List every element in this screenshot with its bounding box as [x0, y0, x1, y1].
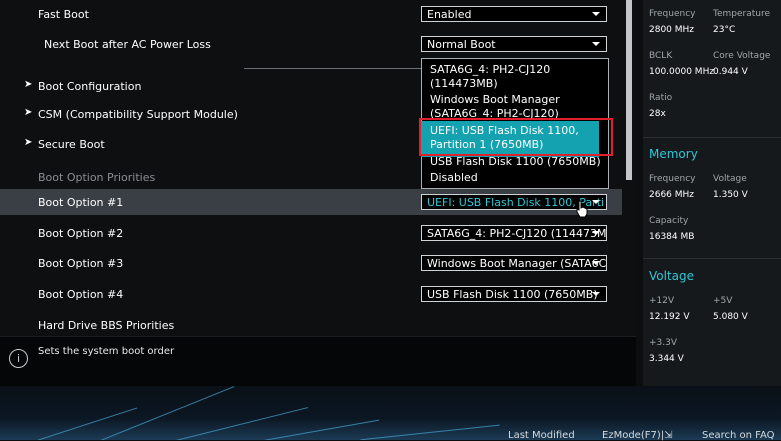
memory-capacity-label: Capacity [649, 216, 689, 226]
next-boot-value: Normal Boot [427, 38, 496, 51]
next-boot-select[interactable]: Normal Boot [421, 36, 607, 52]
memory-voltage-value: 1.350 V [713, 190, 748, 200]
dropdown-option[interactable]: Windows Boot Manager (SATA6G_4: PH2-CJ12… [430, 93, 608, 121]
csm-label: CSM (Compatibility Support Module) [38, 108, 238, 121]
fast-boot-select[interactable]: Enabled [421, 6, 607, 22]
chevron-down-icon [592, 200, 600, 204]
search-faq-button[interactable]: Search on FAQ [702, 430, 775, 441]
memory-frequency-label: Frequency [649, 174, 696, 184]
help-text: Sets the system boot order [38, 346, 175, 357]
hardware-monitor-sidebar: Frequency Temperature 2800 MHz 23°C BCLK… [643, 0, 781, 414]
boot-option-1-label: Boot Option #1 [38, 196, 124, 209]
boot-option-2-select[interactable]: SATA6G_4: PH2-CJ120 (114473M [421, 225, 607, 241]
fast-boot-value: Enabled [427, 8, 472, 21]
arrow-right-icon: ➤ [24, 79, 33, 90]
next-boot-label: Next Boot after AC Power Loss [44, 38, 211, 51]
cpu-frequency-label: Frequency [649, 9, 696, 19]
arrow-right-icon: ➤ [24, 107, 33, 118]
boot-settings-panel: Fast Boot Enabled Next Boot after AC Pow… [0, 0, 636, 440]
fast-boot-label: Fast Boot [38, 8, 89, 21]
boot-option-4-value: USB Flash Disk 1100 (7650MB) [427, 288, 598, 301]
boot-option-2-value: SATA6G_4: PH2-CJ120 (114473M [427, 227, 607, 240]
ratio-value: 28x [649, 109, 666, 119]
voltage-section-title: Voltage [649, 269, 695, 283]
arrow-right-icon: ➤ [24, 137, 33, 148]
hard-drive-bbs-item[interactable]: Hard Drive BBS Priorities [0, 312, 622, 330]
secure-boot-label: Secure Boot [38, 138, 105, 151]
bclk-label: BCLK [649, 51, 673, 61]
boot-option-3-label: Boot Option #3 [38, 257, 124, 270]
bclk-value: 100.0000 MHz [649, 67, 715, 77]
hard-drive-bbs-label: Hard Drive BBS Priorities [38, 319, 175, 330]
hand-cursor-icon [576, 200, 588, 218]
memory-capacity-value: 16384 MB [649, 232, 695, 242]
v12-value: 12.192 V [649, 312, 690, 322]
chevron-down-icon [592, 12, 600, 16]
cpu-temperature-value: 23°C [713, 25, 736, 35]
dropdown-option[interactable]: USB Flash Disk 1100 (7650MB) [430, 155, 608, 169]
cpu-frequency-value: 2800 MHz [649, 25, 695, 35]
v5-label: +5V [713, 296, 733, 306]
memory-voltage-label: Voltage [713, 174, 747, 184]
chevron-down-icon [592, 261, 600, 265]
memory-frequency-value: 2666 MHz [649, 190, 695, 200]
dropdown-option[interactable]: Disabled [430, 171, 608, 185]
info-icon: i [9, 349, 28, 368]
last-modified-button[interactable]: Last Modified [508, 430, 575, 441]
fast-boot-row[interactable]: Fast Boot Enabled [0, 1, 622, 27]
v33-value: 3.344 V [649, 354, 684, 364]
selection-highlight-box [419, 118, 613, 156]
dropdown-option[interactable]: SATA6G_4: PH2-CJ120 (114473MB) [430, 63, 608, 91]
v33-label: +3.3V [649, 338, 678, 348]
boot-option-3-select[interactable]: Windows Boot Manager (SATA6C [421, 255, 607, 271]
core-voltage-label: Core Voltage [713, 51, 771, 61]
sidebar-divider [643, 137, 781, 138]
scrollbar[interactable] [626, 0, 632, 180]
next-boot-row[interactable]: Next Boot after AC Power Loss Normal Boo… [0, 31, 622, 57]
v12-label: +12V [649, 296, 675, 306]
chevron-down-icon [592, 231, 600, 235]
chevron-down-icon [592, 42, 600, 46]
core-voltage-value: 0.944 V [713, 67, 748, 77]
v5-value: 5.080 V [713, 312, 748, 322]
ratio-label: Ratio [649, 93, 673, 103]
memory-section-title: Memory [649, 147, 698, 161]
boot-option-4-row[interactable]: Boot Option #4 USB Flash Disk 1100 (7650… [0, 281, 622, 307]
boot-configuration-label: Boot Configuration [38, 80, 142, 93]
boot-option-3-value: Windows Boot Manager (SATA6C [427, 257, 607, 270]
boot-option-3-row[interactable]: Boot Option #3 Windows Boot Manager (SAT… [0, 250, 622, 276]
boot-option-1-row[interactable]: Boot Option #1 UEFI: USB Flash Disk 1100… [0, 189, 622, 215]
boot-priorities-label: Boot Option Priorities [38, 171, 156, 184]
ez-mode-button[interactable]: EzMode(F7)|⇲ [602, 430, 672, 441]
sidebar-divider [643, 258, 781, 259]
boot-option-2-label: Boot Option #2 [38, 227, 124, 240]
chevron-down-icon [592, 292, 600, 296]
boot-option-4-label: Boot Option #4 [38, 288, 124, 301]
cpu-temperature-label: Temperature [713, 9, 771, 19]
boot-option-4-select[interactable]: USB Flash Disk 1100 (7650MB) [421, 286, 607, 302]
boot-option-2-row[interactable]: Boot Option #2 SATA6G_4: PH2-CJ120 (1144… [0, 220, 622, 246]
help-info-bar: i Sets the system boot order [0, 336, 636, 387]
